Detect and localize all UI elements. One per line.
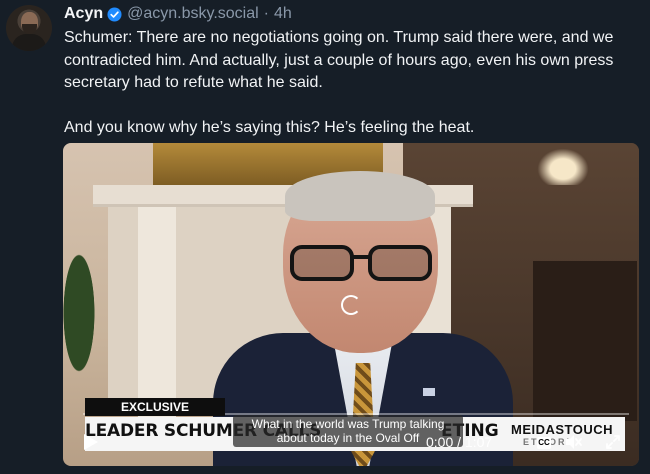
- glasses: [290, 245, 432, 283]
- post-timestamp[interactable]: 4h: [274, 5, 292, 23]
- post-paragraph: And you know why he’s saying this? He’s …: [64, 118, 475, 136]
- caption-line: What in the world was Trump talking: [251, 417, 445, 431]
- current-time: 0:00: [426, 434, 454, 450]
- hair: [285, 171, 435, 221]
- muted-speaker-icon[interactable]: [563, 432, 583, 452]
- avatar[interactable]: [6, 5, 52, 51]
- lamp: [533, 145, 593, 185]
- separator-dot: ·: [263, 5, 269, 22]
- time-separator: /: [457, 434, 462, 450]
- flag-pin: [423, 388, 435, 396]
- post-header: Acyn @acyn.bsky.social · 4h: [64, 4, 292, 24]
- author-name[interactable]: Acyn: [64, 5, 103, 23]
- captions-button[interactable]: CC: [537, 437, 551, 449]
- glasses-lens-right: [368, 245, 432, 281]
- video-player[interactable]: EXCLUSIVE LEADER SCHUMER CALLS ETING MEI…: [63, 143, 639, 466]
- post-text: Schumer: There are no negotiations going…: [64, 27, 644, 139]
- column-left: [138, 207, 176, 417]
- avatar-torso: [12, 34, 46, 51]
- post-card[interactable]: Acyn @acyn.bsky.social · 4h Schumer: The…: [0, 0, 650, 474]
- glasses-lens-left: [290, 245, 354, 281]
- exclusive-badge: EXCLUSIVE: [85, 398, 225, 416]
- shelf: [533, 261, 637, 421]
- post-paragraph: Schumer: There are no negotiations going…: [64, 29, 614, 92]
- video-timecode: 0:00 / 1:07: [426, 434, 492, 450]
- verified-badge-icon: [107, 6, 122, 22]
- fullscreen-icon[interactable]: [603, 432, 623, 452]
- total-time: 1:07: [464, 434, 493, 450]
- loading-spinner-icon: [341, 295, 361, 315]
- avatar-beard: [22, 24, 37, 34]
- plant: [63, 223, 103, 403]
- author-handle[interactable]: @acyn.bsky.social: [127, 5, 259, 23]
- play-icon[interactable]: [79, 431, 101, 453]
